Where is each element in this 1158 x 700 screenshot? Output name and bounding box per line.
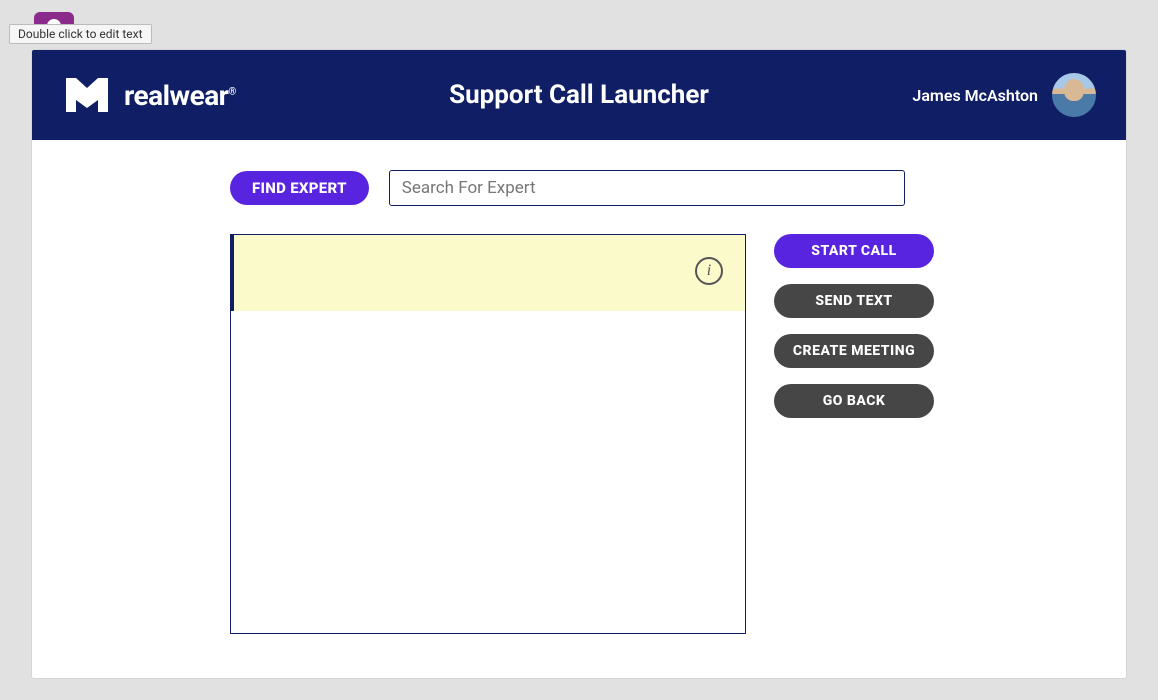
user-name: James McAshton (912, 86, 1038, 105)
body-area: FIND EXPERT i START CALL SEND TEXT CREAT… (32, 140, 1126, 654)
user-area[interactable]: James McAshton (912, 73, 1096, 117)
page-title: Support Call Launcher (449, 80, 709, 110)
search-input[interactable] (389, 170, 905, 206)
action-column: START CALL SEND TEXT CREATE MEETING GO B… (774, 234, 934, 634)
result-item[interactable]: i (231, 235, 745, 311)
create-meeting-button[interactable]: CREATE MEETING (774, 334, 934, 368)
search-row: FIND EXPERT (230, 170, 1066, 206)
app-header: realwear® Support Call Launcher James Mc… (32, 50, 1126, 140)
results-panel: i (230, 234, 746, 634)
brand-logo: realwear® (62, 74, 236, 116)
find-expert-button[interactable]: FIND EXPERT (230, 171, 369, 205)
app-window: realwear® Support Call Launcher James Mc… (32, 50, 1126, 678)
realwear-logo-icon (62, 74, 112, 116)
content-row: i START CALL SEND TEXT CREATE MEETING GO… (230, 234, 1066, 634)
go-back-button[interactable]: GO BACK (774, 384, 934, 418)
info-icon[interactable]: i (695, 257, 723, 285)
edit-tooltip: Double click to edit text (9, 24, 152, 44)
send-text-button[interactable]: SEND TEXT (774, 284, 934, 318)
brand-name: realwear® (124, 79, 236, 112)
avatar[interactable] (1052, 73, 1096, 117)
start-call-button[interactable]: START CALL (774, 234, 934, 268)
